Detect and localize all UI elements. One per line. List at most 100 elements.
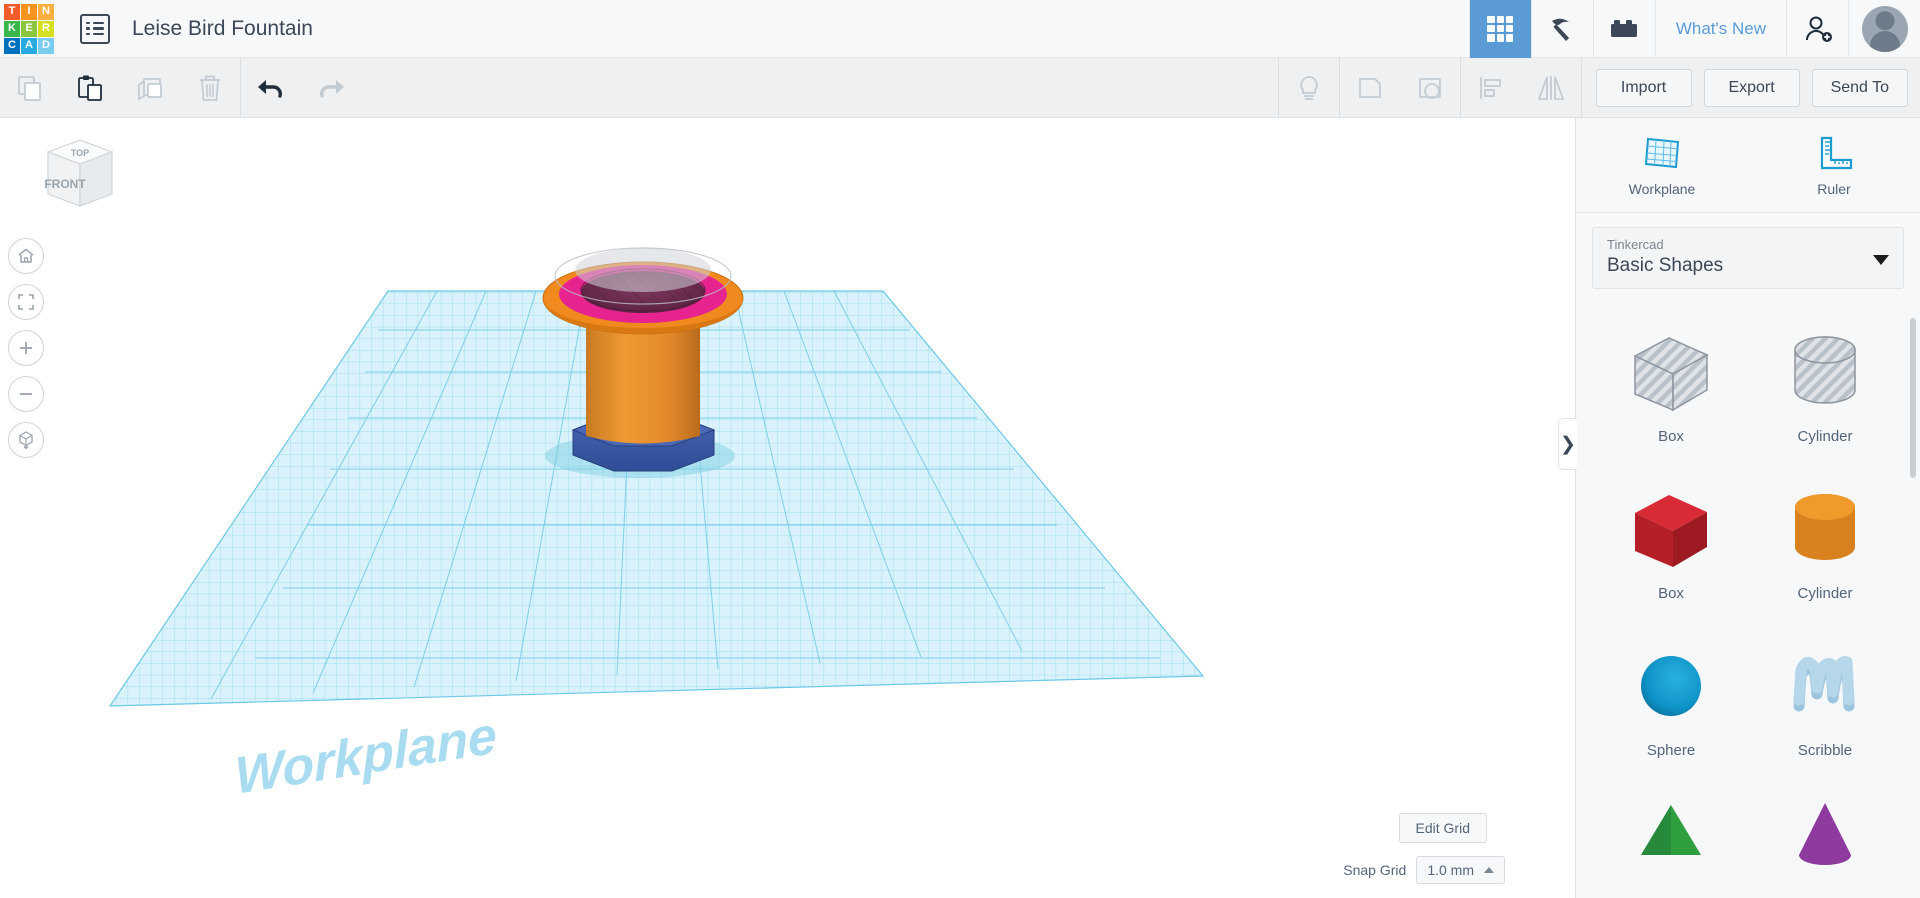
shape-item-hole-cylinder[interactable]: Cylinder: [1748, 318, 1902, 461]
copy-button[interactable]: [0, 58, 60, 118]
pickaxe-icon: [1552, 18, 1570, 41]
workplane-tool[interactable]: Workplane: [1576, 118, 1748, 212]
cone-thumb: [1775, 789, 1875, 897]
fountain-bowl[interactable]: [542, 247, 744, 335]
duplicate-button[interactable]: [120, 58, 180, 118]
top-bar-right: What's New: [1468, 0, 1920, 58]
shape-item-box[interactable]: Box: [1594, 475, 1748, 618]
zoom-in-icon: [20, 342, 32, 354]
logo-tile-d: D: [38, 37, 54, 54]
nav-blocks[interactable]: [1592, 0, 1655, 58]
shape-item-pyramid[interactable]: [1594, 789, 1748, 898]
invite-people-button[interactable]: [1786, 0, 1848, 58]
zoom-out-icon: [20, 393, 32, 395]
page-title[interactable]: Leise Bird Fountain: [132, 17, 313, 41]
brick-icon: [1611, 19, 1638, 37]
tinkercad-logo[interactable]: TIN KER CAD: [0, 0, 58, 58]
paste-button[interactable]: [60, 58, 120, 118]
sphere-thumb: [1621, 632, 1721, 740]
undo-button[interactable]: [241, 58, 301, 118]
nav-minecraft[interactable]: [1530, 0, 1593, 58]
collapse-panel-handle[interactable]: ❯: [1558, 418, 1577, 470]
shape-list[interactable]: Box Cylinder Box Cylinder Sphere Scribbl…: [1576, 308, 1920, 898]
shape-item-cylinder[interactable]: Cylinder: [1748, 475, 1902, 618]
pyramid-thumb: [1621, 789, 1721, 897]
shape-library-dropdown[interactable]: Tinkercad Basic Shapes: [1592, 227, 1904, 289]
send-to-button[interactable]: Send To: [1811, 68, 1908, 107]
chevron-down-icon: [1873, 255, 1889, 265]
snap-grid-label: Snap Grid: [1343, 862, 1407, 878]
redo-button[interactable]: [301, 58, 361, 118]
shape-library-dropdown-wrap: Tinkercad Basic Shapes: [1576, 213, 1920, 299]
nav-3d-designs[interactable]: [1468, 0, 1531, 58]
copy-icon: [18, 75, 41, 101]
snap-grid-select[interactable]: 1.0 mm: [1416, 856, 1505, 884]
shape-item-cone[interactable]: [1748, 789, 1902, 898]
view-cube-front-label: FRONT: [44, 177, 86, 191]
logo-tile-k: K: [4, 20, 20, 37]
avatar[interactable]: [1861, 5, 1908, 52]
light-button[interactable]: [1279, 58, 1339, 118]
home-view-button[interactable]: [8, 238, 44, 274]
paste-icon: [78, 75, 102, 101]
snap-grid-control: Snap Grid 1.0 mm: [1343, 856, 1505, 884]
import-button[interactable]: Import: [1595, 68, 1692, 107]
workplane-tool-label: Workplane: [1628, 181, 1696, 197]
logo-tile-i: I: [21, 3, 37, 20]
box-thumb: [1621, 475, 1721, 583]
logo-tile-e: E: [21, 20, 37, 37]
design-canvas[interactable]: Workplane TOP FRONT Edit Grid Snap Grid …: [0, 118, 1575, 898]
ungroup-button[interactable]: [1400, 58, 1460, 118]
logo-tile-a: A: [21, 37, 37, 54]
history-group: [241, 58, 361, 118]
fit-to-view-icon: [18, 294, 34, 310]
fit-to-view-button[interactable]: [8, 284, 44, 320]
group-icon: [1358, 77, 1381, 98]
snap-grid-value: 1.0 mm: [1427, 862, 1474, 878]
edit-grid-button[interactable]: Edit Grid: [1398, 813, 1487, 843]
shape-label: Cylinder: [1797, 585, 1853, 602]
logo-tile-n: N: [38, 3, 54, 20]
shape-label: Sphere: [1646, 742, 1696, 759]
shape-item-hole-box[interactable]: Box: [1594, 318, 1748, 461]
shapes-scrollbar[interactable]: [1910, 318, 1916, 478]
shape-item-scribble[interactable]: Scribble: [1748, 632, 1902, 775]
view-cube-top-label: TOP: [71, 148, 89, 158]
shape-grid: Box Cylinder Box Cylinder Sphere Scribbl…: [1594, 318, 1902, 898]
cylinder-thumb: [1775, 475, 1875, 583]
ruler-tool[interactable]: Ruler: [1748, 118, 1920, 212]
duplicate-icon: [138, 77, 162, 101]
workplane-icon: [1644, 137, 1680, 169]
whats-new-link[interactable]: What's New: [1654, 0, 1786, 58]
panel-tools: Workplane Ruler: [1576, 118, 1920, 213]
view-cube[interactable]: TOP FRONT: [28, 130, 120, 222]
delete-button[interactable]: [180, 58, 240, 118]
account-menu[interactable]: [1848, 0, 1920, 58]
clipboard-group: [0, 58, 240, 118]
ruler-icon: [1820, 136, 1853, 170]
group-button[interactable]: [1340, 58, 1400, 118]
logo-tile-c: C: [4, 37, 20, 54]
designs-list-icon[interactable]: [80, 13, 110, 44]
zoom-out-button[interactable]: [8, 376, 44, 412]
shape-label: Cylinder: [1797, 428, 1853, 445]
scene-3d: Workplane: [108, 247, 1205, 806]
shape-label: Scribble: [1797, 742, 1853, 759]
workplane-watermark: Workplane: [234, 706, 499, 806]
add-person-icon: [1805, 16, 1832, 42]
ungroup-icon: [1418, 77, 1441, 99]
view-nav-buttons: [8, 238, 44, 458]
library-category: Tinkercad: [1607, 237, 1664, 252]
tinkercad-app: TINKERCAD Leise Bird Fountain What's New…: [0, 0, 1920, 898]
align-button[interactable]: [1461, 58, 1521, 118]
align-icon: [1479, 76, 1501, 99]
zoom-in-button[interactable]: [8, 330, 44, 366]
mirror-button[interactable]: [1521, 58, 1581, 118]
perspective-toggle-button[interactable]: [8, 422, 44, 458]
delete-trash-icon: [200, 75, 220, 101]
logo-tile-t: T: [4, 3, 20, 20]
export-button[interactable]: Export: [1703, 68, 1800, 107]
shape-label: Box: [1658, 428, 1684, 445]
hole-cylinder-thumb: [1775, 318, 1875, 426]
shape-item-sphere[interactable]: Sphere: [1594, 632, 1748, 775]
